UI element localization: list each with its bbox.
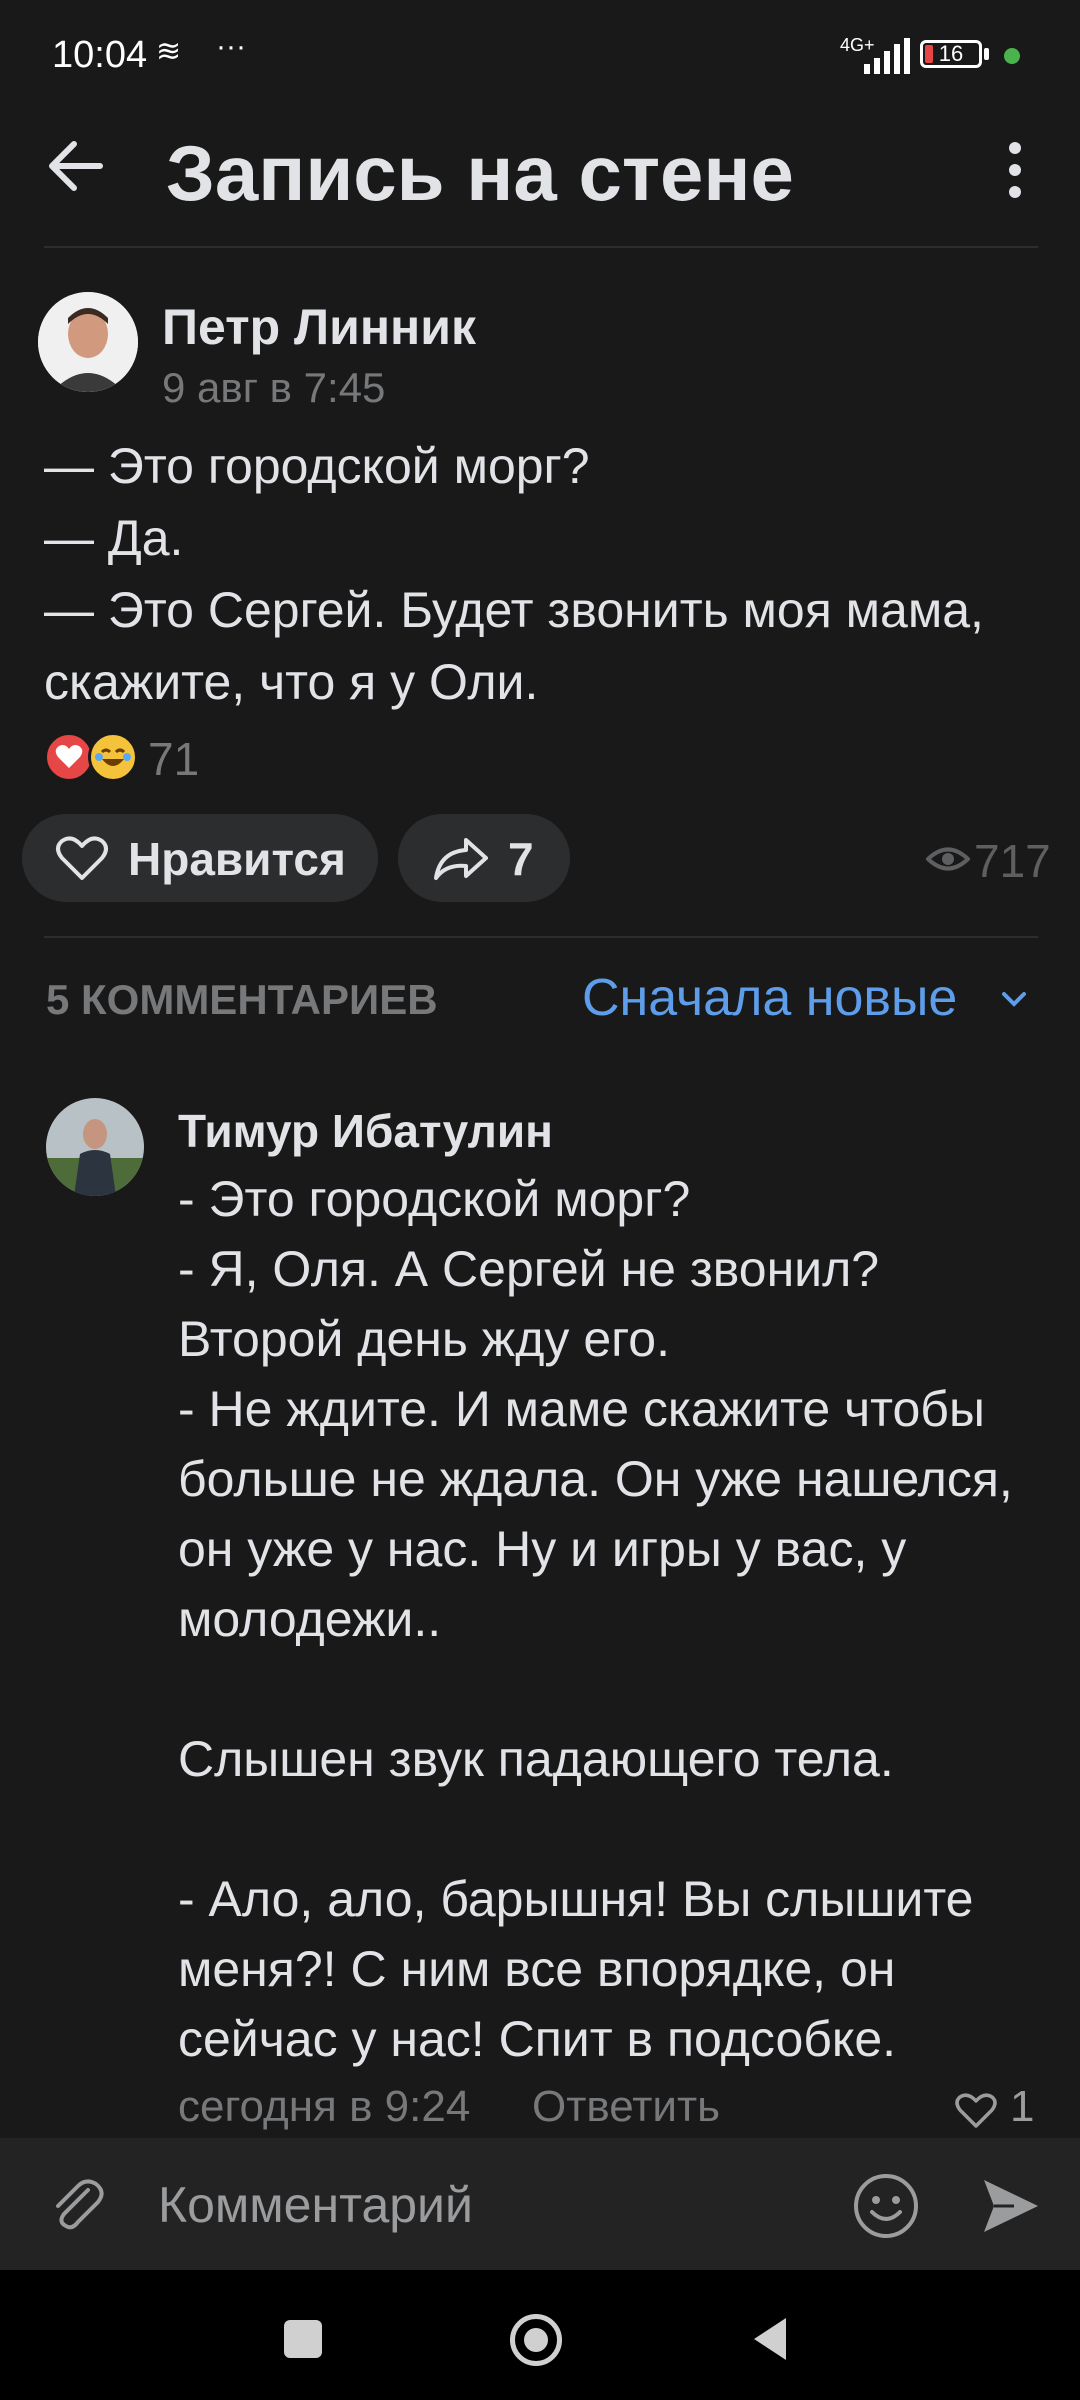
signal-icon	[864, 38, 910, 74]
comments-count: 5 КОММЕНТАРИЕВ	[46, 976, 438, 1023]
author-avatar[interactable]	[38, 292, 138, 392]
like-button[interactable]: Нравится	[22, 814, 378, 902]
avatar-photo	[38, 292, 138, 392]
back-button[interactable]	[40, 130, 112, 202]
page-title: Запись на стене	[166, 129, 794, 217]
more-vertical-icon	[1009, 142, 1021, 198]
comment-composer: Комментарий	[0, 2138, 1080, 2270]
comment-like-icon[interactable]	[954, 2092, 998, 2130]
chevron-down-icon	[1002, 992, 1026, 1007]
battery-tip	[984, 48, 989, 60]
privacy-indicator	[1004, 48, 1020, 64]
status-time: 10:04	[52, 34, 148, 76]
system-navbar	[0, 2270, 1080, 2400]
reply-button[interactable]: Ответить	[532, 2082, 720, 2132]
comment-date: сегодня в 9:24	[178, 2082, 471, 2131]
views-count: 717	[974, 835, 1051, 887]
heart-reaction-icon	[44, 732, 94, 782]
emoji-icon[interactable]	[852, 2172, 920, 2240]
battery-icon: 16	[920, 40, 982, 68]
post-divider	[44, 936, 1038, 938]
comment-text: - Это городской морг? - Я, Оля. А Сергей…	[178, 1171, 1013, 2067]
more-menu-button[interactable]	[990, 140, 1040, 200]
back-arrow-icon	[49, 141, 103, 191]
commenter-avatar[interactable]	[46, 1098, 144, 1196]
back-nav-button[interactable]	[750, 2316, 790, 2362]
more-notifications-icon: ···	[216, 30, 246, 63]
send-icon[interactable]	[980, 2176, 1042, 2236]
recents-button[interactable]	[284, 2320, 322, 2358]
share-button[interactable]: 7	[398, 814, 570, 902]
home-button[interactable]	[510, 2314, 562, 2366]
sort-label: Сначала новые	[582, 969, 958, 1027]
sort-dropdown[interactable]: Сначала новые	[582, 968, 1026, 1032]
laughing-reaction-icon	[88, 732, 138, 782]
attach-icon[interactable]	[46, 2174, 108, 2236]
share-icon	[434, 838, 488, 880]
header-divider	[44, 246, 1038, 248]
author-name[interactable]: Петр Линник	[162, 298, 476, 356]
layers-icon: ≋	[156, 35, 182, 68]
reactions-count[interactable]: 71	[148, 732, 199, 786]
commenter-photo	[46, 1098, 144, 1196]
comment-input[interactable]: Комментарий	[158, 2176, 473, 2234]
status-bar: 10:04 ≋ ··· 4G+ 16	[0, 0, 1080, 110]
shares-count: 7	[508, 833, 534, 885]
comment-likes-count: 1	[1010, 2082, 1035, 2131]
comment-author[interactable]: Тимур Ибатулин	[178, 1104, 553, 1158]
eye-icon	[926, 847, 970, 871]
post-text: — Это городской морг? — Да. — Это Сергей…	[44, 438, 984, 710]
heart-outline-icon	[56, 836, 108, 880]
post-date: 9 авг в 7:45	[162, 364, 386, 411]
like-label: Нравится	[128, 833, 346, 885]
